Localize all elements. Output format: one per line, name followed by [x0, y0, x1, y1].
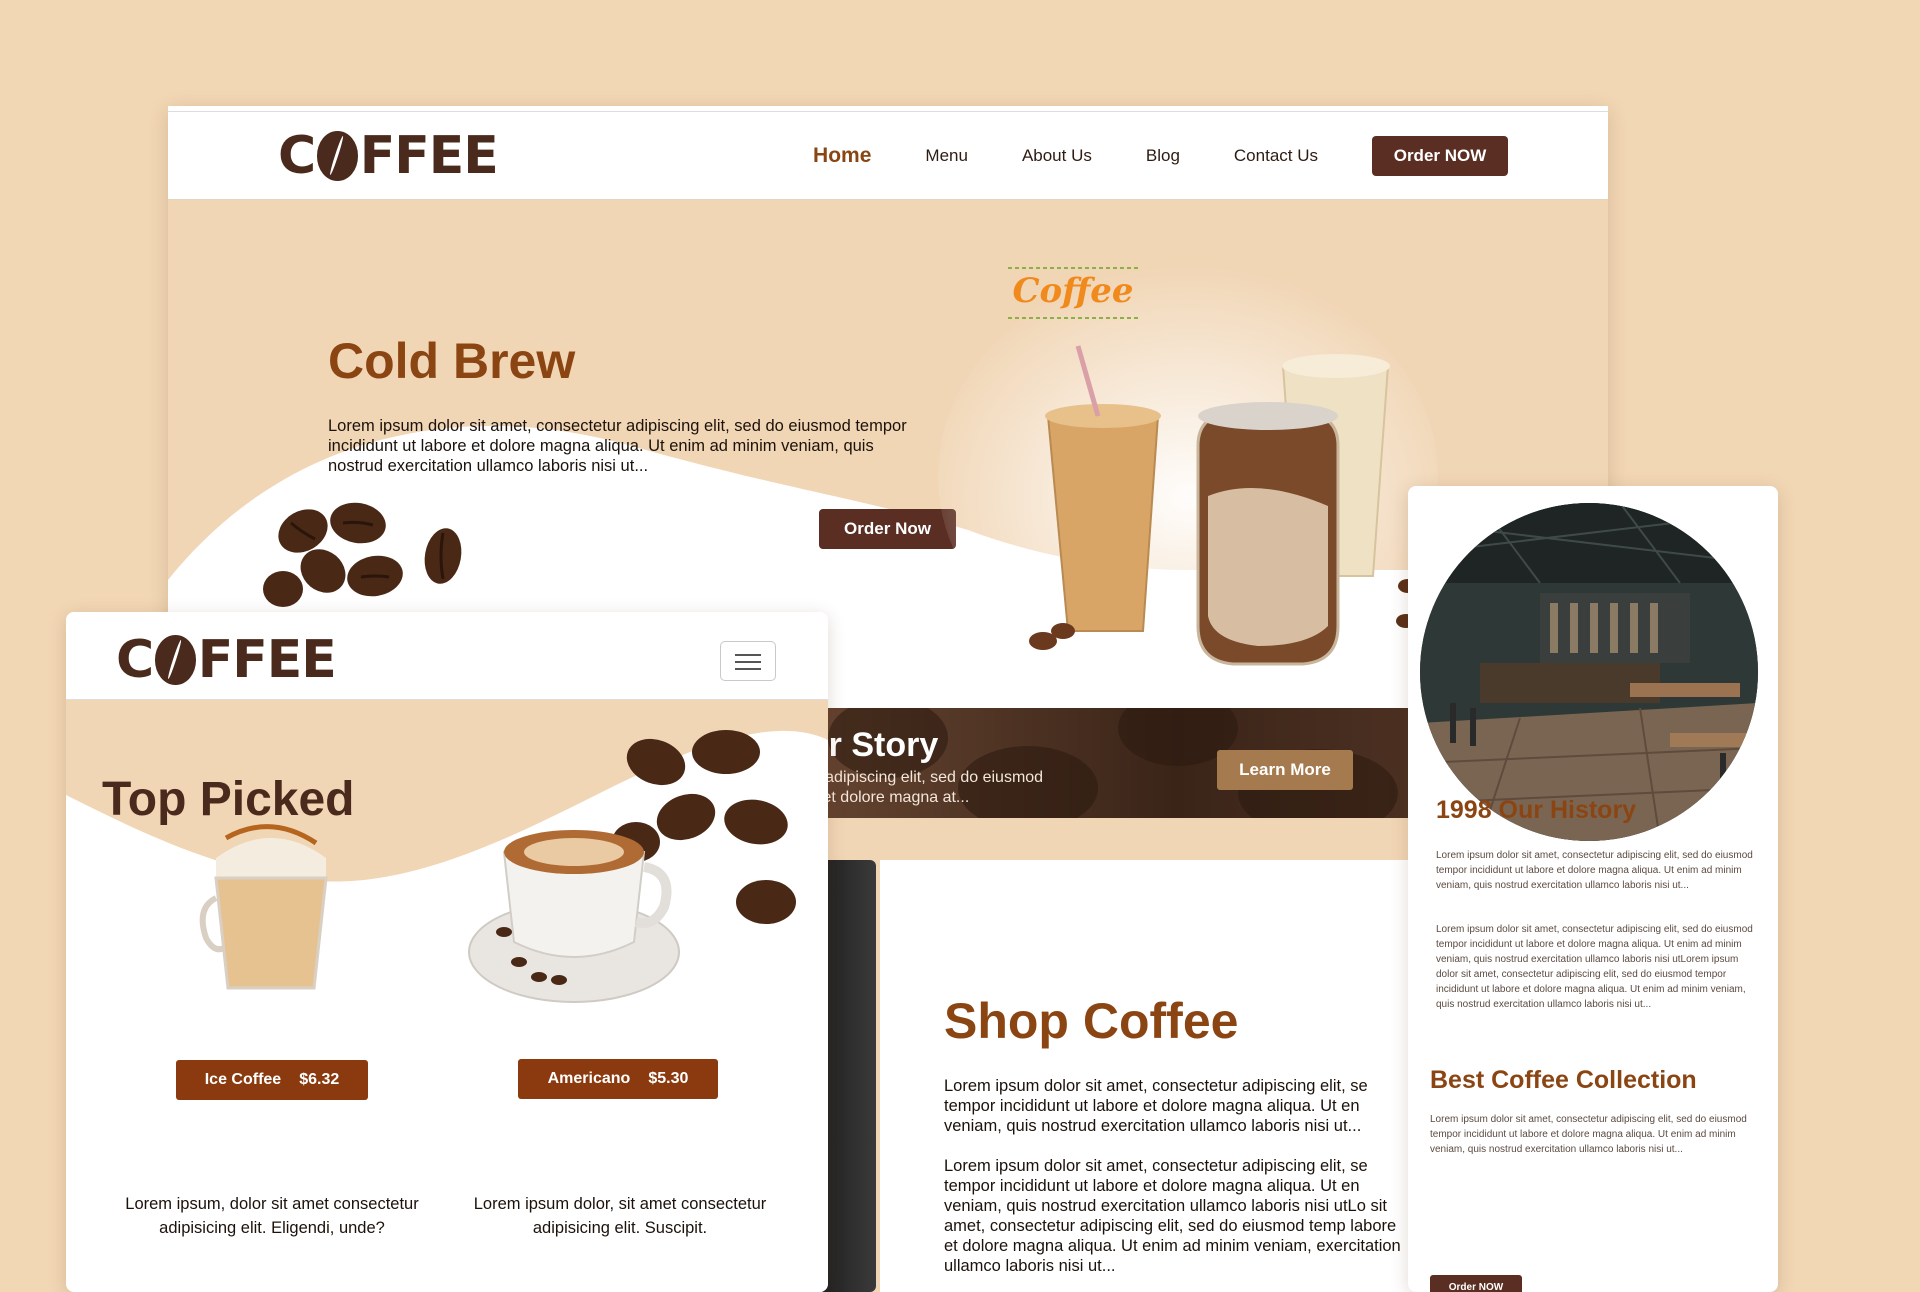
americano-description: Lorem ipsum dolor, sit amet consectetur … [473, 1195, 767, 1237]
coffee-bean-icon [155, 635, 196, 685]
coffee-beans-image [263, 502, 462, 607]
product-price: $6.32 [299, 1071, 340, 1088]
iced-coffee-image: Coffee [938, 266, 1438, 686]
top-picked-mobile-mockup: C FFEE Top Picked Ice Coffee $6.32 Ameri… [66, 612, 828, 1292]
mobile-logo[interactable]: C FFEE [116, 630, 337, 690]
history-paragraph-2: Lorem ipsum dolor sit amet, consectetur … [1436, 924, 1753, 1010]
nav-menu[interactable]: Menu [925, 146, 968, 166]
learn-more-button[interactable]: Learn More [1217, 750, 1353, 790]
hamburger-menu-button[interactable] [720, 641, 776, 681]
history-mobile-mockup: 1998 Our History Lorem ipsum dolor sit a… [1408, 486, 1778, 1292]
history-title: 1998 Our History [1436, 796, 1637, 824]
shop-title: Shop Coffee [944, 993, 1239, 1049]
nav-home[interactable]: Home [813, 144, 871, 168]
order-now-button[interactable]: Order NOW [1372, 136, 1508, 176]
shop-paragraph-1: Lorem ipsum dolor sit amet, consectetur … [944, 1077, 1368, 1135]
cafe-interior-image [1420, 503, 1758, 841]
collection-title: Best Coffee Collection [1430, 1066, 1697, 1094]
product-name: Americano [547, 1070, 631, 1087]
hero-text: Lorem ipsum dolor sit amet, consectetur … [328, 417, 907, 475]
desktop-logo[interactable]: C FFEE [278, 126, 499, 186]
desktop-navbar: C FFEE Home Menu About Us Blog Contact Us… [168, 112, 1608, 200]
nav-contact-us[interactable]: Contact Us [1234, 146, 1318, 166]
nav-about-us[interactable]: About Us [1022, 146, 1092, 166]
history-order-button[interactable]: Order NOW [1430, 1275, 1522, 1292]
americano-image [468, 830, 680, 1003]
mobile-navbar: C FFEE [66, 612, 828, 700]
hero-title: Cold Brew [328, 333, 576, 389]
ice-coffee-image [199, 824, 328, 990]
desktop-nav: Home Menu About Us Blog Contact Us Order… [813, 112, 1608, 200]
coffee-bean-icon [317, 131, 358, 181]
americano-price-button[interactable]: Americano $5.30 [518, 1059, 718, 1099]
coffee-badge-text: Coffee [1012, 271, 1133, 311]
history-paragraph-1: Lorem ipsum dolor sit amet, consectetur … [1436, 850, 1753, 891]
product-price: $5.30 [648, 1070, 689, 1087]
nav-blog[interactable]: Blog [1146, 146, 1180, 166]
shop-paragraph-2: Lorem ipsum dolor sit amet, consectetur … [944, 1157, 1401, 1275]
ice-coffee-price-button[interactable]: Ice Coffee $6.32 [176, 1060, 368, 1100]
ice-coffee-description: Lorem ipsum, dolor sit amet consectetur … [125, 1195, 419, 1237]
product-name: Ice Coffee [204, 1071, 282, 1088]
collection-paragraph: Lorem ipsum dolor sit amet, consectetur … [1430, 1114, 1747, 1155]
